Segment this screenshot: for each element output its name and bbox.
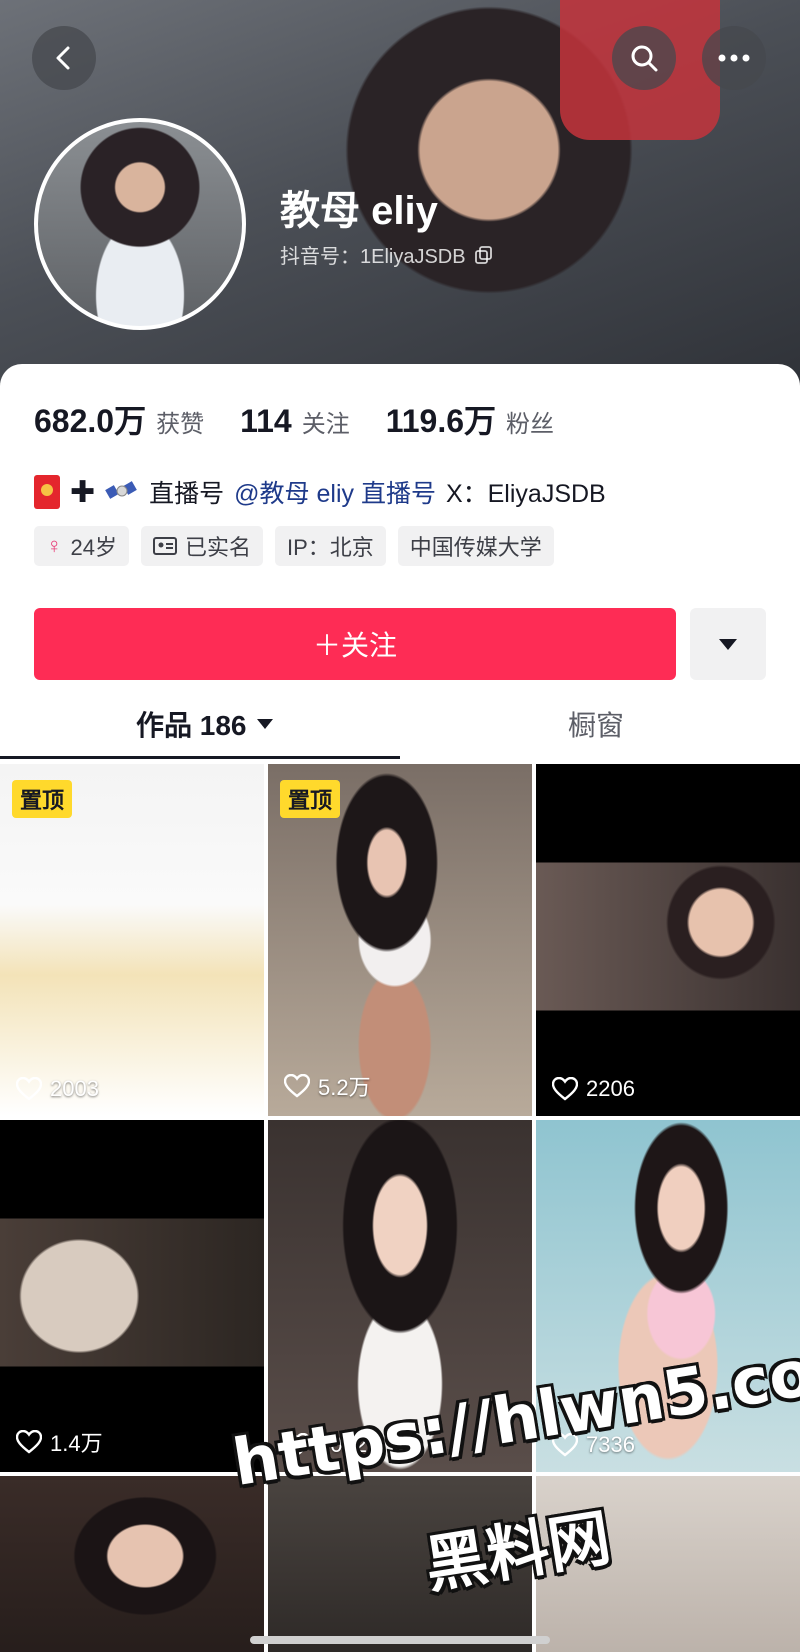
like-count: 8052 [284,1432,367,1458]
heart-icon [16,1077,42,1101]
home-indicator [250,1636,550,1644]
tag-text: 已实名 [184,535,251,560]
like-count-value: 8052 [318,1432,367,1457]
like-count: 1.4万 [16,1426,103,1458]
copy-icon[interactable] [474,245,494,265]
id-card-icon [152,537,177,555]
search-button[interactable] [612,26,676,90]
bio-line: ✚ 直播号 @教母 eliy 直播号 X：EliyaJSDB [34,474,606,510]
stat-label: 关注 [301,411,350,438]
female-icon: ♀ [46,533,63,558]
stat-likes[interactable]: 682.0万 获赞 [34,396,204,442]
video-grid: 置顶 2003 置顶 5.2万 2206 1.4万 8052 7336 [0,764,800,1652]
heart-icon [284,1074,310,1098]
heart-icon [284,1433,310,1457]
search-icon [631,45,658,72]
profile-header: 教母 eliy 抖音号：1EliyaJSDB [0,0,800,390]
recommend-dropdown-button[interactable] [690,608,766,680]
profile-card: 682.0万 获赞 114 关注 119.6万 粉丝 ✚ 直播号 @教母 eli… [0,364,800,1652]
video-thumbnail [536,1476,800,1652]
satellite-icon [105,481,137,499]
stat-number: 114 [240,403,292,439]
video-thumbnail [536,1120,800,1472]
pinned-badge: 置顶 [280,780,341,818]
stat-label: 粉丝 [506,411,555,438]
video-tile[interactable] [536,1476,800,1652]
stat-number: 682.0万 [34,403,147,439]
tab-showcase-label: 橱窗 [568,710,625,741]
follow-button-label: ＋关注 [312,630,397,661]
douyin-id-row[interactable]: 抖音号：1EliyaJSDB [280,240,494,269]
back-button[interactable] [32,26,96,90]
x-account-text: X：EliyaJSDB [445,480,606,508]
tab-works-label: 作品 186 [136,710,247,741]
like-count: 7336 [552,1432,635,1458]
profile-name: 教母 eliy [280,189,438,233]
video-tile[interactable]: 1.4万 [0,1120,264,1472]
heart-icon [552,1433,578,1457]
video-tile[interactable] [0,1476,264,1652]
like-count-value: 2003 [50,1076,99,1101]
like-count: 2206 [552,1076,635,1102]
video-tile[interactable]: 7336 [536,1120,800,1472]
like-count-value: 5.2万 [318,1075,371,1100]
video-tile[interactable]: 8052 [268,1120,532,1472]
chevron-left-icon [56,46,70,70]
more-options-button[interactable] [702,26,766,90]
like-count-value: 2206 [586,1076,635,1101]
heart-icon [16,1430,42,1454]
heart-icon [552,1077,578,1101]
plus-glyph: ✚ [70,475,96,509]
red-envelope-icon [34,475,60,509]
video-thumbnail [536,764,800,1116]
like-count-value: 7336 [586,1432,635,1457]
tab-works[interactable]: 作品 186 [136,704,273,744]
like-count: 5.2万 [284,1070,371,1102]
video-thumbnail [268,1120,532,1472]
tag-text: 24岁 [70,535,117,560]
video-tile[interactable]: 置顶 2003 [0,764,264,1116]
profile-tags: ♀ 24岁 已实名 IP：北京 中国传媒大学 [34,526,554,566]
stat-label: 获赞 [156,411,205,438]
stat-following[interactable]: 114 关注 [240,403,350,440]
pinned-badge: 置顶 [12,780,73,818]
tag-age: ♀ 24岁 [34,526,129,566]
tag-ip: IP：北京 [275,526,386,566]
like-count-value: 1.4万 [50,1431,103,1456]
stat-number: 119.6万 [385,403,497,439]
stat-followers[interactable]: 119.6万 粉丝 [386,396,554,442]
active-tab-indicator [0,756,400,759]
tag-school[interactable]: 中国传媒大学 [397,526,554,566]
follow-button[interactable]: ＋关注 [34,608,676,680]
live-account-mention[interactable]: @教母 eliy 直播号 [234,474,436,510]
live-account-label: 直播号 [149,480,225,508]
like-count: 2003 [16,1076,99,1102]
tag-text: IP：北京 [287,535,374,560]
tag-verified: 已实名 [140,526,263,566]
video-tile[interactable]: 置顶 5.2万 [268,764,532,1116]
video-tile[interactable] [268,1476,532,1652]
video-thumbnail [268,1476,532,1652]
stats-row: 682.0万 获赞 114 关注 119.6万 粉丝 [34,396,554,442]
content-tabs: 作品 186 橱窗 [0,694,800,760]
caret-down-icon [719,638,737,650]
video-tile[interactable]: 2206 [536,764,800,1116]
caret-down-icon [256,719,273,729]
video-thumbnail [0,1476,264,1652]
more-dots-icon [718,54,750,62]
douyin-id-text: 抖音号：1EliyaJSDB [280,246,466,268]
video-thumbnail [0,1120,264,1472]
avatar[interactable] [34,118,246,330]
tab-showcase[interactable]: 橱窗 [568,704,624,744]
tag-text: 中国传媒大学 [409,535,542,560]
